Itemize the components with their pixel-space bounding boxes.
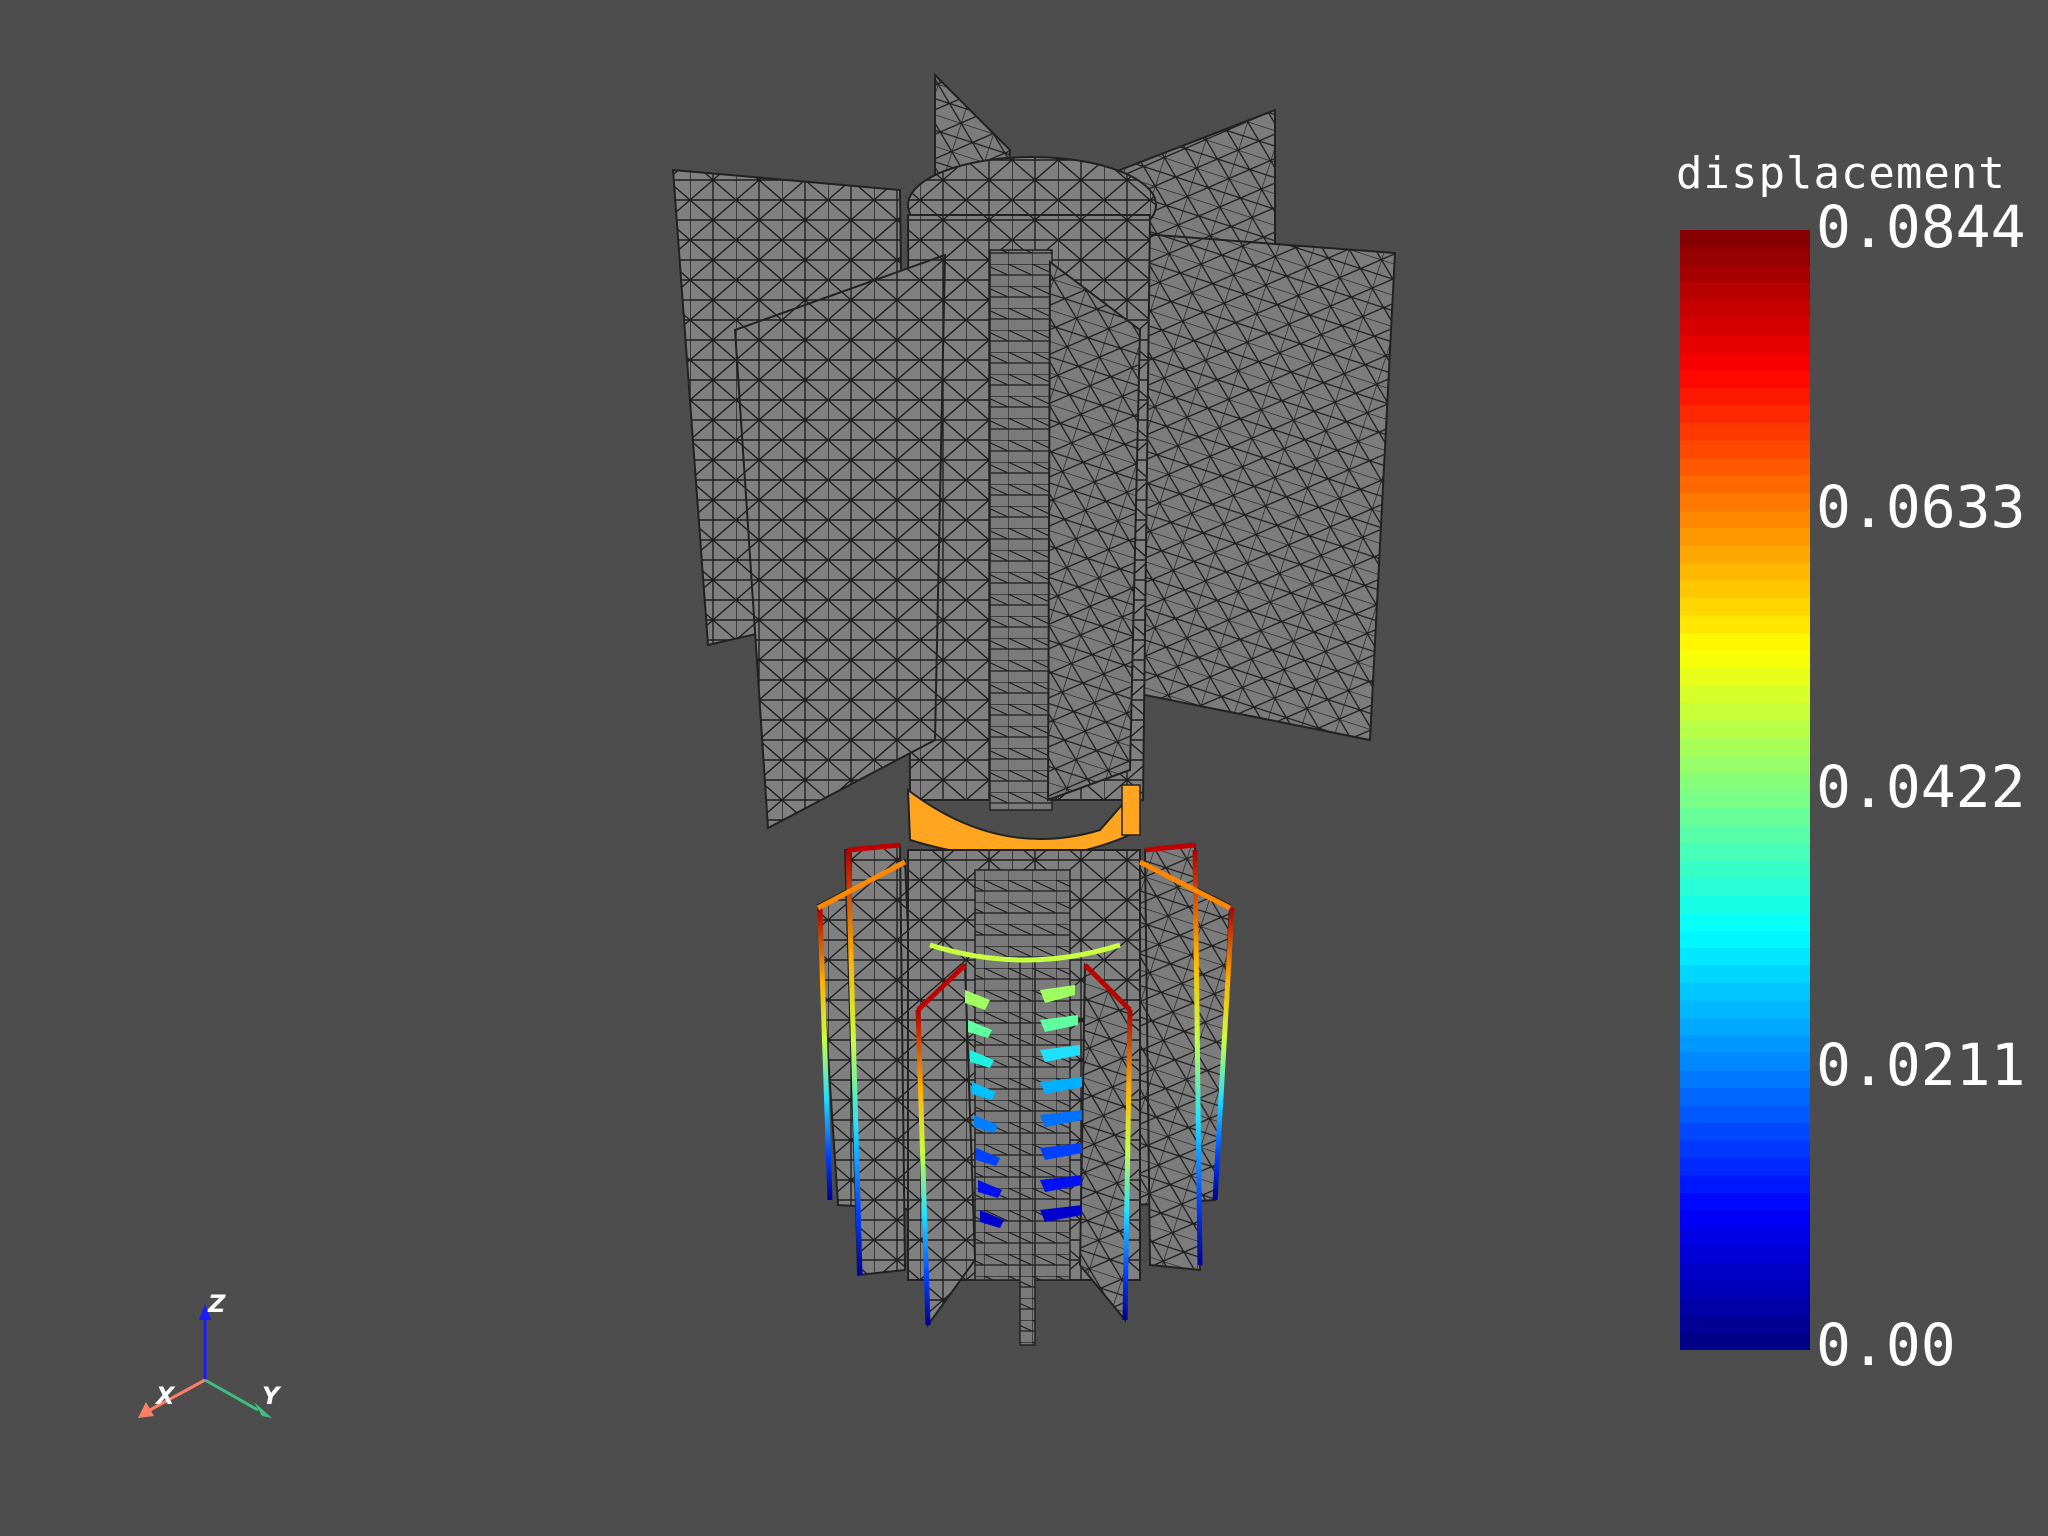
scalar-bar-band (1680, 930, 1810, 949)
scalar-bar-band (1680, 370, 1810, 389)
scalar-bar-band (1680, 422, 1810, 441)
scalar-bar-band (1680, 965, 1810, 984)
scalar-bar-band (1680, 247, 1810, 266)
scalar-bar-band (1680, 457, 1810, 476)
scalar-bar-band (1680, 597, 1810, 616)
scalar-bar-band (1680, 1315, 1810, 1334)
scalar-tick-2: 0.0422 (1816, 753, 2026, 821)
upper-cylinder-strip (989, 249, 1053, 811)
scalar-bar-band (1680, 1210, 1810, 1229)
scalar-bar-band (1680, 405, 1810, 424)
scalar-bar-band (1680, 387, 1810, 406)
y-axis (204, 1378, 259, 1412)
scalar-bar-band (1680, 1192, 1810, 1211)
scalar-tick-max: 0.0844 (1816, 193, 2026, 261)
ring-side (1121, 784, 1141, 836)
axis-label-z: Z (208, 1290, 226, 1318)
scalar-tick-3: 0.0633 (1816, 473, 2026, 541)
scalar-bar[interactable] (1680, 230, 1810, 1350)
scalar-bar-band (1680, 790, 1810, 809)
scalar-bar-band (1680, 1157, 1810, 1176)
mesh-model[interactable] (671, 72, 1397, 1346)
scalar-bar-band (1680, 527, 1810, 546)
scalar-bar-band (1680, 615, 1810, 634)
fin-front-left (733, 253, 947, 830)
scalar-bar-band (1680, 440, 1810, 459)
scalar-bar-band (1680, 562, 1810, 581)
scalar-bar-band (1680, 685, 1810, 704)
scalar-bar-band (1680, 580, 1810, 599)
scalar-bar-band (1680, 877, 1810, 896)
scalar-bar-band (1680, 230, 1810, 249)
scalar-bar-title: displacement (1676, 148, 2006, 199)
scalar-tick-min: 0.00 (1816, 1311, 1956, 1379)
scalar-bar-band (1680, 860, 1810, 879)
scalar-bar-band (1680, 510, 1810, 529)
scalar-bar-band (1680, 1332, 1810, 1350)
fin-front-right (1046, 259, 1142, 802)
scalar-bar-band (1680, 807, 1810, 826)
scalar-bar-band (1680, 1297, 1810, 1316)
scalar-bar-band (1680, 737, 1810, 756)
scalar-bar-band (1680, 1140, 1810, 1159)
scalar-bar-band (1680, 1035, 1810, 1054)
scalar-bar-band (1680, 702, 1810, 721)
scalar-bar-band (1680, 352, 1810, 371)
scalar-bar-band (1680, 632, 1810, 651)
scalar-bar-band (1680, 492, 1810, 511)
scalar-bar-band (1680, 1280, 1810, 1299)
scalar-bar-band (1680, 335, 1810, 354)
scalar-bar-band (1680, 282, 1810, 301)
scalar-bar-band (1680, 842, 1810, 861)
scalar-bar-band (1680, 1105, 1810, 1124)
scalar-bar-band (1680, 895, 1810, 914)
scalar-bar-band (1680, 947, 1810, 966)
scalar-bar-band (1680, 317, 1810, 336)
scalar-bar-band (1680, 1227, 1810, 1246)
scalar-tick-1: 0.0211 (1816, 1031, 2026, 1099)
scalar-bar-band (1680, 1052, 1810, 1071)
scalar-bar-band (1680, 1087, 1810, 1106)
scalar-bar-band (1680, 545, 1810, 564)
scalar-bar-band (1680, 667, 1810, 686)
axis-label-x: X (156, 1382, 175, 1410)
lower-assembly (816, 843, 1232, 1346)
scalar-bar-band (1680, 1017, 1810, 1036)
scalar-bar-band (1680, 1122, 1810, 1141)
scalar-bar-band (1680, 650, 1810, 669)
scalar-bar-band (1680, 1245, 1810, 1264)
scalar-bar-band (1680, 1070, 1810, 1089)
scalar-bar-band (1680, 475, 1810, 494)
axis-label-y: Y (262, 1382, 280, 1410)
scalar-bar-band (1680, 982, 1810, 1001)
scalar-bar-band (1680, 912, 1810, 931)
scalar-bar-band (1680, 720, 1810, 739)
scalar-bar-band (1680, 755, 1810, 774)
scalar-bar-band (1680, 300, 1810, 319)
scalar-bar-band (1680, 825, 1810, 844)
scalar-bar-band (1680, 1262, 1810, 1281)
scalar-bar-band (1680, 1000, 1810, 1019)
scalar-bar-band (1680, 265, 1810, 284)
scalar-bar-band (1680, 772, 1810, 791)
scalar-bar-band (1680, 1175, 1810, 1194)
